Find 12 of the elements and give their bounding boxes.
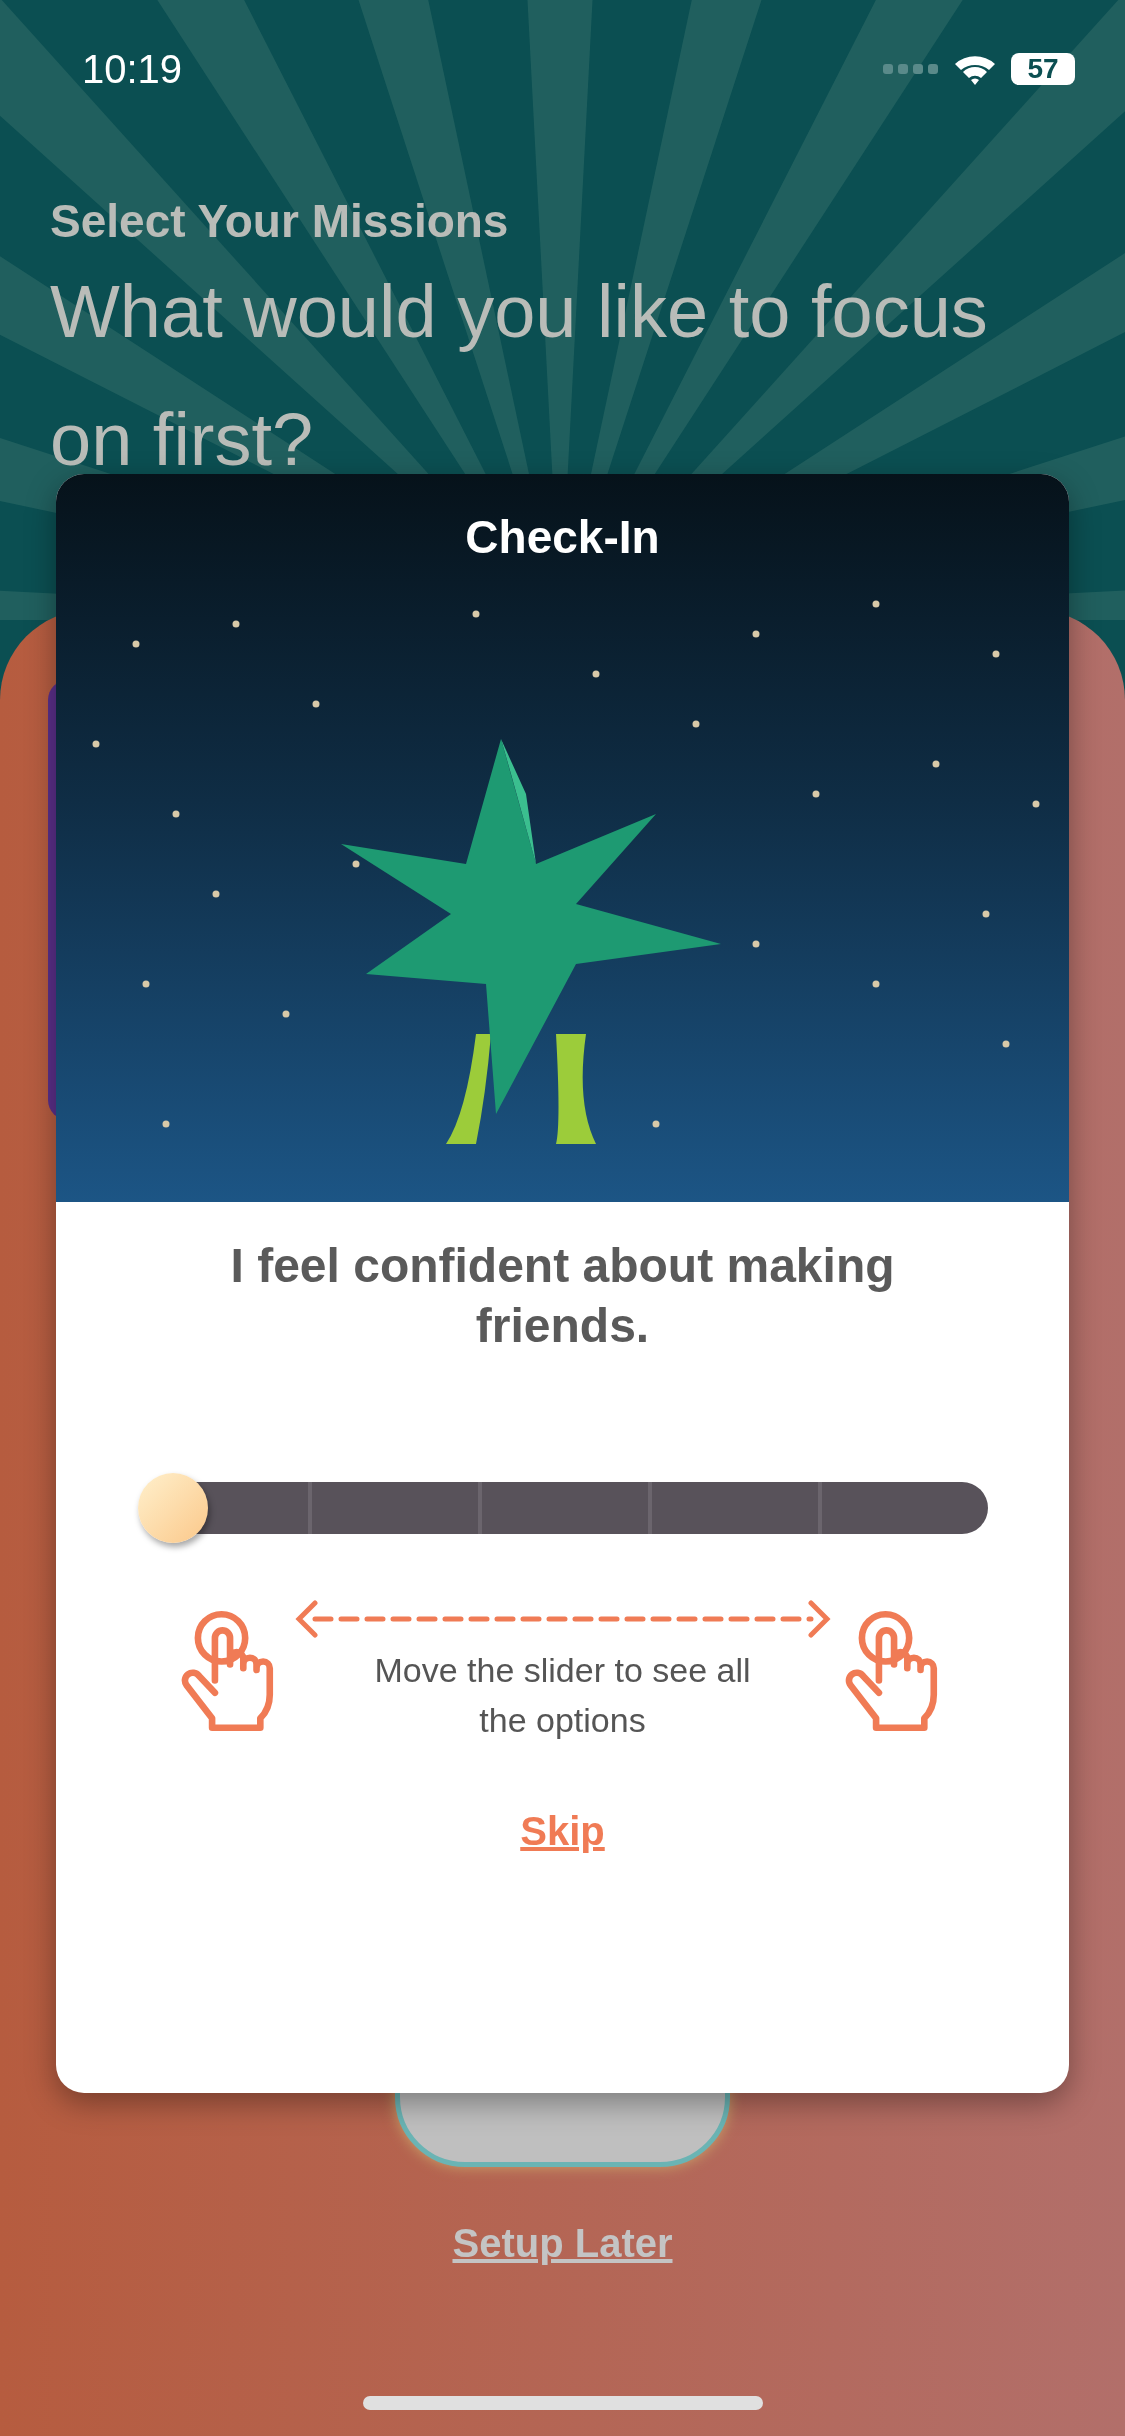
page-title: What would you like to focus on first?: [50, 269, 989, 483]
slider-track[interactable]: [137, 1473, 988, 1543]
slider-hint: Move the slider to see all the options: [373, 1650, 752, 1741]
battery-icon: 57: [1011, 53, 1075, 85]
dialog-title: Check-In: [465, 510, 660, 564]
setup-later-link[interactable]: Setup Later: [452, 2221, 673, 2266]
statement-text: I feel confident about making friends.: [229, 1238, 896, 1354]
section-label: Select Your Missions: [50, 194, 509, 248]
signal-icon: [883, 62, 939, 76]
skip-link[interactable]: Skip: [520, 1809, 605, 1854]
status-time: 10:19: [82, 46, 183, 92]
slider-thumb[interactable]: [137, 1473, 208, 1543]
